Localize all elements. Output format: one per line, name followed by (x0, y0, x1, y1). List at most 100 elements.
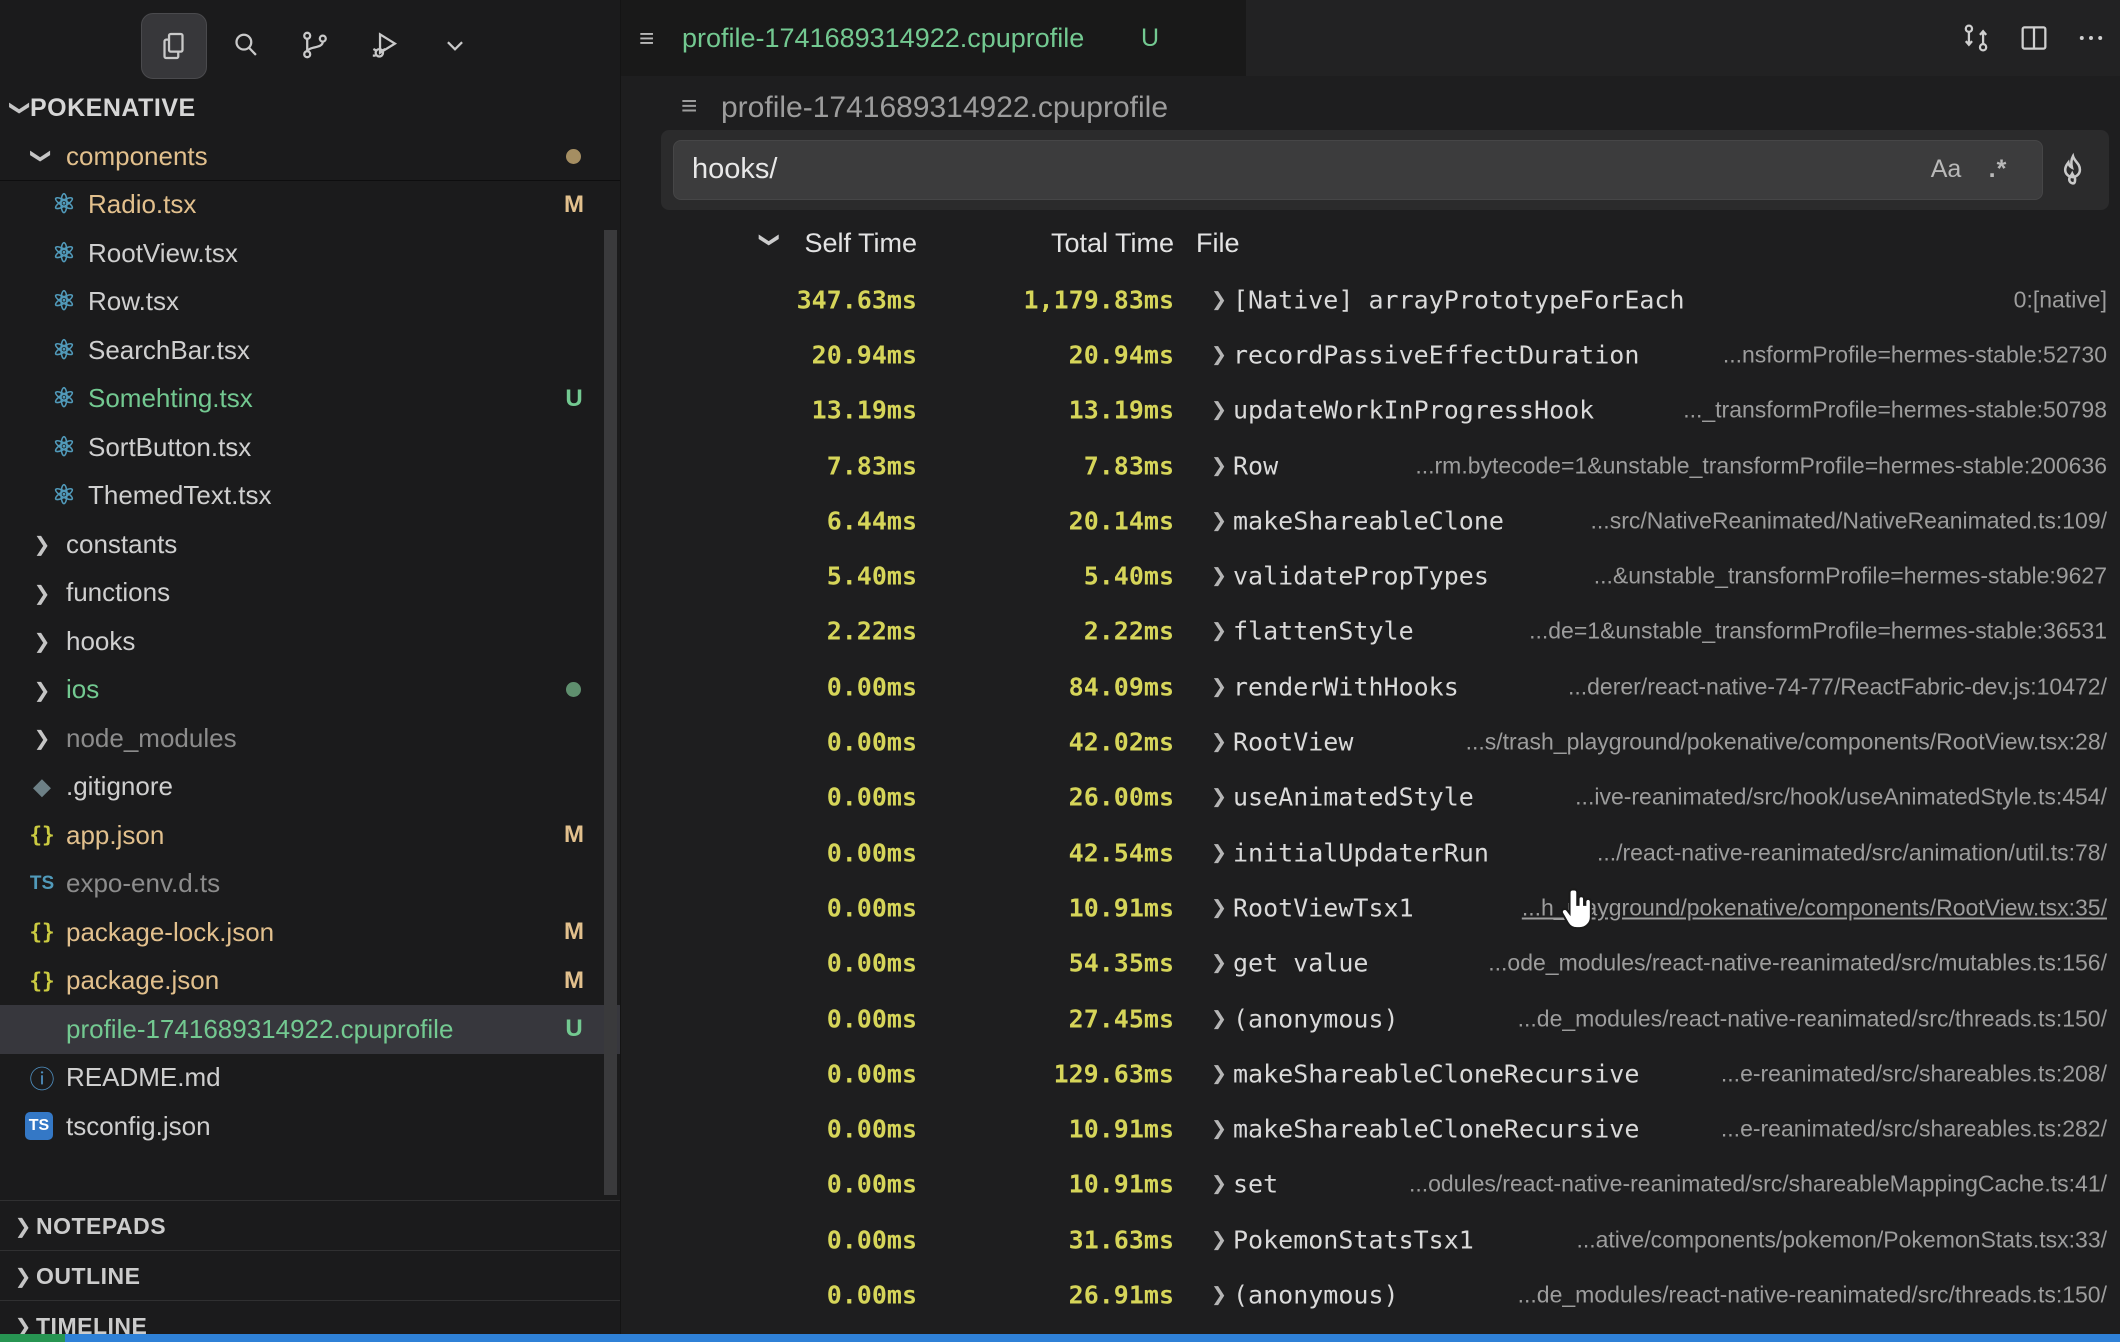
table-row[interactable]: 0.00ms27.45ms❯(anonymous)...de_modules/r… (621, 991, 2120, 1046)
explorer-root-folder[interactable]: ❯ POKENATIVE (0, 88, 620, 128)
column-header-self-time[interactable]: Self Time (621, 228, 917, 259)
tree-file-Somehting.tsx[interactable]: ⚛Somehting.tsxU (0, 375, 620, 424)
file-location-link[interactable]: ...de=1&unstable_transformProfile=hermes… (1529, 618, 2107, 645)
tree-folder-ios[interactable]: ❯ios (0, 666, 620, 715)
file-location-link[interactable]: ...ive-reanimated/src/hook/useAnimatedSt… (1575, 784, 2107, 811)
tree-file-ThemedText.tsx[interactable]: ⚛ThemedText.tsx (0, 472, 620, 521)
table-row[interactable]: 0.00ms54.35ms❯get value...ode_modules/re… (621, 936, 2120, 991)
table-row[interactable]: 5.40ms5.40ms❯validatePropTypes...&unstab… (621, 548, 2120, 603)
expand-row-chevron-icon[interactable]: ❯ (1211, 399, 1227, 422)
search-view-button[interactable] (214, 13, 278, 77)
expand-row-chevron-icon[interactable]: ❯ (1211, 288, 1227, 311)
file-location-link[interactable]: ...nsformProfile=hermes-stable:52730 (1723, 341, 2107, 368)
table-row[interactable]: 0.00ms10.91ms❯RootViewTsx1...h_playgroun… (621, 880, 2120, 935)
chevron-right-icon[interactable]: ❯ (31, 532, 53, 556)
table-row[interactable]: 0.00ms42.54ms❯initialUpdaterRun.../react… (621, 825, 2120, 880)
tree-folder-hooks[interactable]: ❯hooks (0, 617, 620, 666)
sidebar-section-notepads[interactable]: ❯ NOTEPADS (0, 1200, 620, 1251)
run-debug-view-button[interactable] (353, 13, 417, 77)
chevron-right-icon[interactable]: ❯ (31, 678, 53, 702)
table-row[interactable]: 20.94ms20.94ms❯recordPassiveEffectDurati… (621, 327, 2120, 382)
expand-row-chevron-icon[interactable]: ❯ (1211, 454, 1227, 477)
expand-row-chevron-icon[interactable]: ❯ (1211, 786, 1227, 809)
match-case-toggle[interactable]: Aa (1924, 155, 1968, 184)
expand-row-chevron-icon[interactable]: ❯ (1211, 841, 1227, 864)
table-row[interactable]: 0.00ms42.02ms❯RootView...s/trash_playgro… (621, 714, 2120, 769)
expand-row-chevron-icon[interactable]: ❯ (1211, 896, 1227, 919)
expand-row-chevron-icon[interactable]: ❯ (1211, 565, 1227, 588)
tree-folder-constants[interactable]: ❯constants (0, 520, 620, 569)
expand-row-chevron-icon[interactable]: ❯ (1211, 1007, 1227, 1030)
explorer-view-button[interactable] (141, 13, 207, 79)
source-control-view-button[interactable] (283, 13, 347, 77)
expand-row-chevron-icon[interactable]: ❯ (1211, 1228, 1227, 1251)
file-location-link[interactable]: ...e-reanimated/src/shareables.ts:208/ (1721, 1060, 2107, 1087)
tree-file-profile-1741689314922.cpuprofile[interactable]: profile-1741689314922.cpuprofileU (0, 1005, 620, 1054)
sidebar-section-outline[interactable]: ❯ OUTLINE (0, 1250, 620, 1301)
table-row[interactable]: 0.00ms26.91ms❯executeOnUIRuntimeSync...t… (621, 1323, 2120, 1334)
expand-row-chevron-icon[interactable]: ❯ (1211, 1118, 1227, 1141)
column-header-total-time[interactable]: Total Time (961, 228, 1174, 259)
tree-file-.gitignore[interactable]: ◆.gitignore (0, 763, 620, 812)
tree-file-package.json[interactable]: {}package.jsonM (0, 957, 620, 1006)
expand-row-chevron-icon[interactable]: ❯ (1211, 1173, 1227, 1196)
table-row[interactable]: 6.44ms20.14ms❯makeShareableClone...src/N… (621, 493, 2120, 548)
expand-row-chevron-icon[interactable]: ❯ (1211, 731, 1227, 754)
regex-toggle[interactable]: .* (1976, 155, 2020, 184)
table-row[interactable]: 13.19ms13.19ms❯updateWorkInProgressHook.… (621, 383, 2120, 438)
open-changes-button[interactable] (1952, 14, 2000, 62)
expand-row-chevron-icon[interactable]: ❯ (1211, 343, 1227, 366)
chevron-right-icon[interactable]: ❯ (31, 581, 53, 605)
chevron-down-icon[interactable]: ❯ (30, 145, 54, 167)
chevron-right-icon[interactable]: ❯ (31, 629, 53, 653)
file-location-link[interactable]: ...rm.bytecode=1&unstable_transformProfi… (1415, 452, 2107, 479)
table-row[interactable]: 0.00ms10.91ms❯makeShareableCloneRecursiv… (621, 1101, 2120, 1156)
tree-file-package-lock.json[interactable]: {}package-lock.jsonM (0, 908, 620, 957)
column-header-file[interactable]: File (1196, 228, 1240, 259)
tree-folder-components[interactable]: ❯components (0, 132, 620, 181)
file-location-link[interactable]: ...derer/react-native-74-77/ReactFabric-… (1568, 673, 2107, 700)
file-location-link[interactable]: ..._transformProfile=hermes-stable:50798 (1683, 397, 2107, 424)
file-location-link[interactable]: ...de_modules/react-native-reanimated/sr… (1518, 1281, 2107, 1308)
more-actions-button[interactable] (2067, 14, 2115, 62)
expand-row-chevron-icon[interactable]: ❯ (1211, 1062, 1227, 1085)
expand-row-chevron-icon[interactable]: ❯ (1211, 509, 1227, 532)
expand-row-chevron-icon[interactable]: ❯ (1211, 620, 1227, 643)
filter-input[interactable]: hooks/ Aa .* (673, 140, 2043, 200)
chevron-right-icon[interactable]: ❯ (31, 726, 53, 750)
tree-file-Row.tsx[interactable]: ⚛Row.tsx (0, 278, 620, 327)
table-row[interactable]: 0.00ms10.91ms❯set...odules/react-native-… (621, 1157, 2120, 1212)
file-location-link[interactable]: ...src/NativeReanimated/NativeReanimated… (1591, 507, 2107, 534)
expand-row-chevron-icon[interactable]: ❯ (1211, 1283, 1227, 1306)
tree-file-expo-env.d.ts[interactable]: TSexpo-env.d.ts (0, 860, 620, 909)
expand-row-chevron-icon[interactable]: ❯ (1211, 952, 1227, 975)
tree-folder-node_modules[interactable]: ❯node_modules (0, 714, 620, 763)
table-row[interactable]: 2.22ms2.22ms❯flattenStyle...de=1&unstabl… (621, 604, 2120, 659)
tree-file-SearchBar.tsx[interactable]: ⚛SearchBar.tsx (0, 326, 620, 375)
file-location-link[interactable]: 0:[native] (2014, 286, 2107, 313)
flame-graph-button[interactable] (2049, 146, 2097, 194)
tree-folder-functions[interactable]: ❯functions (0, 569, 620, 618)
file-location-link[interactable]: ...s/trash_playground/pokenative/compone… (1466, 729, 2107, 756)
file-location-link[interactable]: ...ode_modules/react-native-reanimated/s… (1488, 950, 2107, 977)
status-main-segment[interactable] (65, 1334, 2120, 1342)
table-row[interactable]: 0.00ms26.00ms❯useAnimatedStyle...ive-rea… (621, 770, 2120, 825)
table-row[interactable]: 347.63ms1,179.83ms❯[Native] arrayPrototy… (621, 272, 2120, 327)
sidebar-scrollbar[interactable] (604, 230, 617, 1195)
file-location-link[interactable]: ...h_playground/pokenative/components/Ro… (1522, 894, 2107, 921)
tree-file-README.md[interactable]: ⓘREADME.md (0, 1054, 620, 1103)
file-location-link[interactable]: ...de_modules/react-native-reanimated/sr… (1518, 1005, 2107, 1032)
table-row[interactable]: 0.00ms129.63ms❯makeShareableCloneRecursi… (621, 1046, 2120, 1101)
file-location-link[interactable]: ...ative/components/pokemon/PokemonStats… (1576, 1226, 2107, 1253)
split-editor-button[interactable] (2010, 14, 2058, 62)
tree-file-Radio.tsx[interactable]: ⚛Radio.tsxM (0, 181, 620, 230)
tree-file-RootView.tsx[interactable]: ⚛RootView.tsx (0, 229, 620, 278)
additional-views-button[interactable] (423, 13, 487, 77)
file-location-link[interactable]: ...e-reanimated/src/shareables.ts:282/ (1721, 1116, 2107, 1143)
file-location-link[interactable]: ...&unstable_transformProfile=hermes-sta… (1594, 563, 2107, 590)
status-remote-segment[interactable] (0, 1334, 65, 1342)
tree-file-SortButton.tsx[interactable]: ⚛SortButton.tsx (0, 423, 620, 472)
tree-file-tsconfig.json[interactable]: TStsconfig.json (0, 1102, 620, 1151)
file-location-link[interactable]: ...odules/react-native-reanimated/src/sh… (1409, 1171, 2107, 1198)
table-row[interactable]: 0.00ms31.63ms❯PokemonStatsTsx1...ative/c… (621, 1212, 2120, 1267)
